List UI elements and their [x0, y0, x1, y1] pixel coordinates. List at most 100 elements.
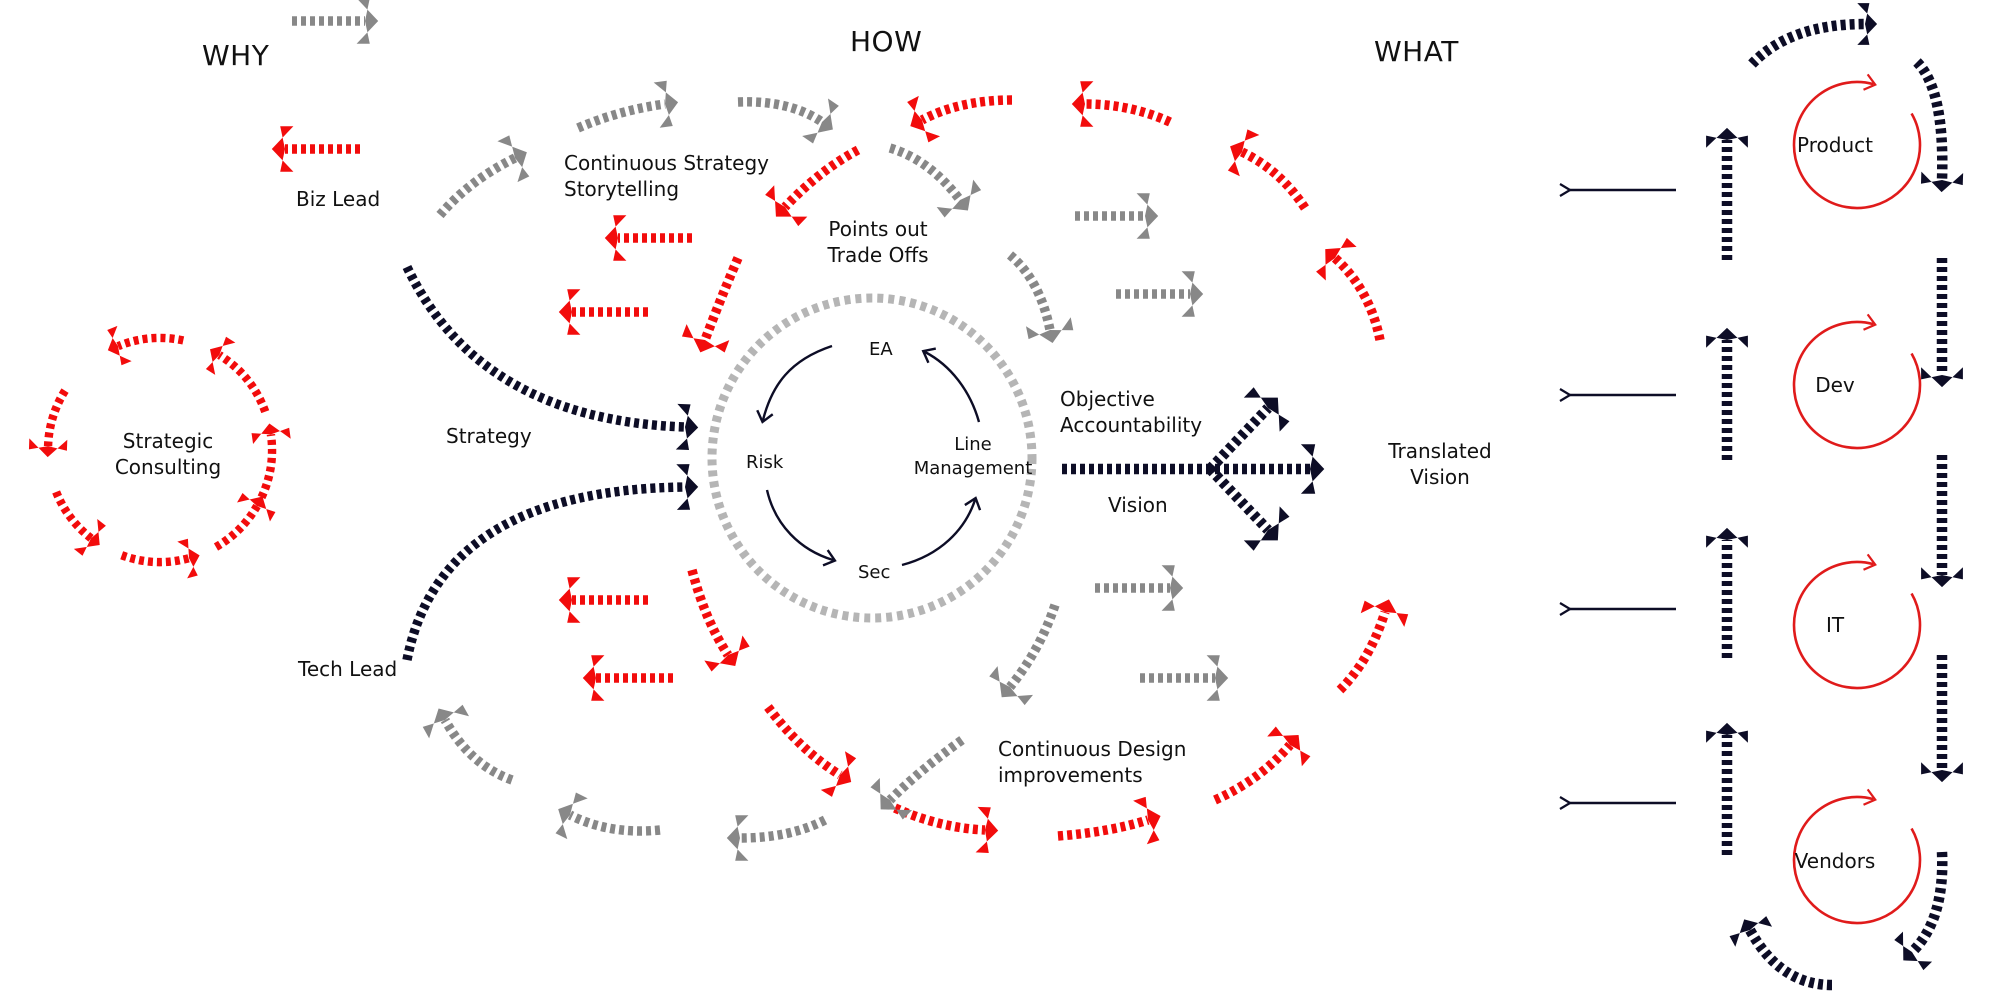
arrow-head [1894, 931, 1933, 971]
arrow-shaft [576, 99, 666, 133]
arrow-shaft [1084, 99, 1172, 127]
red-arrow-consulting-1 [107, 325, 185, 366]
arrow-shaft [1206, 404, 1272, 473]
red-arrow-consulting-2 [205, 336, 270, 414]
arrow-head [1300, 444, 1325, 494]
cycle-arrow-line-to-ea [921, 347, 981, 423]
label-line: Strategic [122, 429, 214, 453]
arrow-head [1706, 527, 1748, 548]
arrow-head [1025, 317, 1074, 343]
red-arrow-low-7 [1213, 726, 1311, 805]
arrow-shaft [217, 351, 270, 414]
red-arrow-low-4 [764, 704, 857, 797]
arrow-head [1706, 127, 1748, 148]
gray-arrow-6 [1074, 193, 1159, 239]
team-label-product: Product [1797, 133, 1873, 157]
label-line: Accountability [1060, 413, 1203, 437]
arrow-shaft [120, 551, 191, 567]
red-arrow-top-3 [1227, 129, 1309, 211]
arrow-shaft [888, 143, 964, 203]
red-arrow-low-3 [687, 568, 750, 672]
red-arrow-consulting-7 [251, 423, 291, 500]
arrow-shaft [1213, 741, 1294, 805]
label-strategy: Strategy [446, 424, 532, 448]
arrow-shaft [1913, 58, 1948, 181]
heading-why: WHY [202, 39, 270, 72]
arrow-shaft [402, 482, 686, 661]
navy-down-arrow-3 [1921, 454, 1963, 588]
label-line: Management [913, 458, 1033, 479]
arrow-shaft [116, 333, 185, 351]
arrow-head [1206, 655, 1229, 701]
arrow-head [558, 577, 581, 623]
label-continuous-strategy: Continuous Strategy Storytelling [564, 150, 769, 202]
arrow-head [820, 751, 857, 797]
gray-arrow-low-6 [555, 792, 661, 840]
arrow-shaft [687, 568, 732, 658]
label-line: Line [954, 434, 992, 455]
arrow-head [28, 438, 68, 458]
cycle-arrow-sec-to-line [901, 496, 982, 567]
red-arrow-mid-1 [604, 215, 693, 261]
label-points-out-trade-offs: Points out Trade Offs [808, 216, 948, 268]
navy-down-arrow-4 [1921, 654, 1963, 783]
arrow-head [1360, 599, 1409, 627]
gray-arrow-top [292, 0, 379, 44]
dashed-arrow-layer [28, 0, 1964, 991]
gray-arrow-low-7 [422, 704, 514, 785]
cycle-node-ea: EA [869, 339, 893, 360]
arrow-head [1706, 327, 1748, 348]
arrow-shaft [886, 736, 965, 804]
arrow-shaft [781, 145, 861, 211]
gray-arrow-low-5 [726, 815, 828, 861]
navy-down-arrow-1 [1913, 58, 1964, 193]
label-line: Translated [1388, 439, 1492, 463]
arrow-shaft [436, 153, 518, 219]
navy-up-arrow-4 [1706, 722, 1748, 855]
label-vision: Vision [1108, 493, 1168, 517]
red-arrow-hook [765, 145, 861, 227]
label-line: Continuous Strategy [564, 151, 770, 175]
arrow-shaft [213, 503, 261, 551]
label-continuous-design: Continuous Design improvements [998, 736, 1186, 788]
gray-arrow-4 [888, 143, 982, 218]
cycle-node-line-management: Line Management [908, 433, 1038, 481]
team-circles [1792, 73, 1922, 925]
arrow-head [1706, 722, 1748, 743]
cycle-node-sec: Sec [858, 562, 891, 583]
gray-arrow-low-1 [1094, 565, 1184, 611]
diagram-canvas [28, 0, 1964, 991]
navy-arrow-vision-down [1206, 465, 1290, 551]
gray-arrow-low-2 [1140, 655, 1229, 701]
arrow-shaft [1745, 927, 1833, 991]
label-line: Vision [1410, 465, 1470, 489]
arrow-shaft [1006, 603, 1060, 690]
gray-arrow-1 [436, 135, 530, 219]
cycle-node-risk: Risk [746, 452, 784, 473]
navy-up-arrow-3 [1706, 527, 1748, 658]
label-translated-vision: Translated Vision [1380, 438, 1500, 490]
red-arrow-low-5 [893, 803, 999, 853]
arrow-shaft [1057, 815, 1150, 841]
red-arrow-consulting-5 [120, 538, 200, 579]
red-arrow-biz-lead [271, 126, 361, 172]
label-line: Storytelling [564, 177, 680, 201]
label-tech-lead: Tech Lead [298, 657, 398, 681]
gray-arrow-7 [1115, 271, 1204, 317]
arrow-shaft [919, 95, 1013, 125]
arrow-head [975, 806, 999, 853]
label-biz-lead: Biz Lead [296, 187, 381, 211]
red-arrow-low-8 [1336, 599, 1409, 694]
arrow-shaft [700, 256, 743, 342]
red-arrow-top-1 [907, 95, 1013, 143]
arrow-shaft [1908, 851, 1948, 956]
red-arrow-low-2 [582, 655, 673, 701]
label-line: Points out [828, 217, 928, 241]
gray-arrow-5 [1006, 251, 1074, 343]
arrow-shaft [1331, 254, 1385, 341]
red-arrow-low-6 [1057, 796, 1161, 845]
navy-arrow-tech-lead [402, 464, 699, 661]
label-strategic-consulting: Strategic Consulting [108, 428, 228, 480]
label-line: Consulting [114, 455, 222, 479]
navy-up-arrow-2 [1706, 327, 1748, 460]
